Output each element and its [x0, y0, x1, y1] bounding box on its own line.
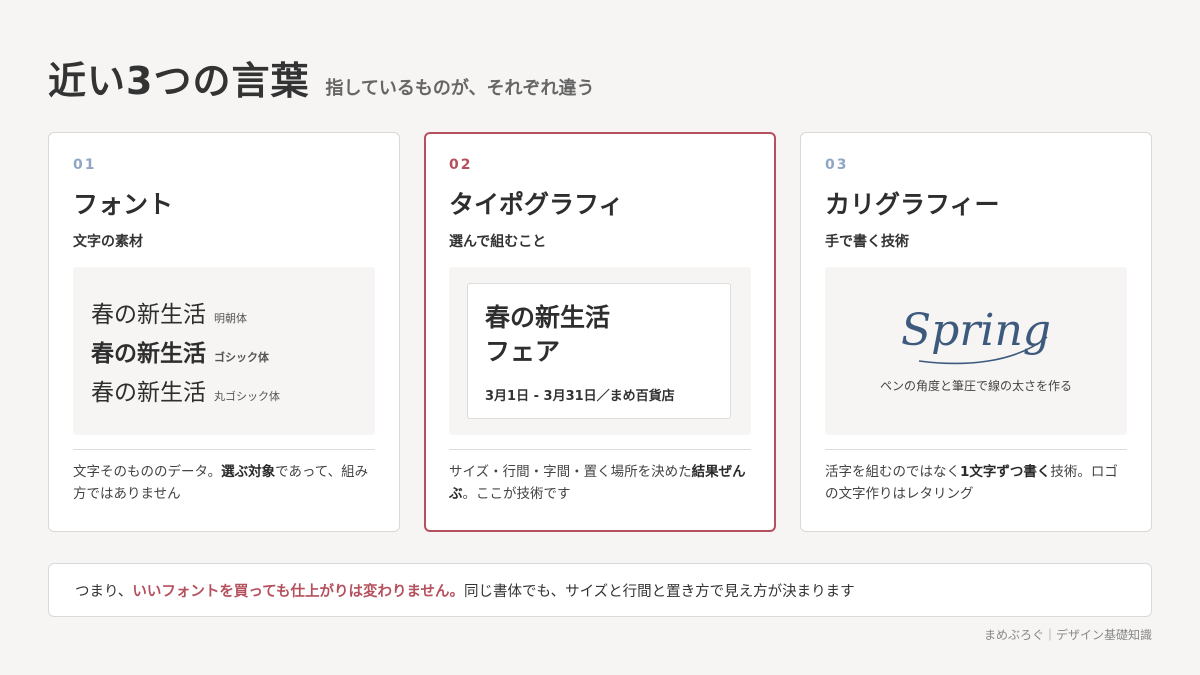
page-header: 近い3つの言葉 指しているものが、それぞれ違う [48, 50, 595, 105]
summary-lead: つまり、 [75, 583, 133, 600]
summary-box: つまり、 いいフォントを買っても仕上がりは変わりません。 同じ書体でも、サイズと行間… [48, 563, 1152, 617]
typeface-label: 丸ゴシック体 [214, 390, 280, 403]
card-grid: 01 フォント 文字の素材 春の新生活 明朝体 春の新生活 ゴシック体 春の新生… [48, 132, 1152, 532]
emphasis: 選ぶ対象 [221, 464, 276, 480]
card-calligraphy: 03 カリグラフィー 手で書く技術 Spring ペンの角度と筆圧で線の太さを作… [800, 132, 1152, 532]
card-subtitle: 手で書く技術 [825, 234, 909, 250]
card-number: 01 [73, 157, 97, 173]
card-title: タイポグラフィ [449, 190, 624, 219]
typeface-label: ゴシック体 [214, 351, 269, 364]
font-sample-gothic: 春の新生活 ゴシック体 [91, 334, 269, 368]
sample-text: 春の新生活 [91, 341, 206, 367]
calligraphy-sample-panel: Spring ペンの角度と筆圧で線の太さを作る [825, 267, 1127, 435]
page-title: 近い3つの言葉 [48, 59, 310, 103]
footer-credit: まめぶろぐ｜デザイン基礎知識 [983, 628, 1152, 642]
card-description: サイズ・行間・字間・置く場所を決めた結果ぜんぶ。ここが技術です [449, 464, 746, 502]
card-subtitle: 文字の素材 [73, 234, 143, 250]
page-subtitle: 指しているものが、それぞれ違う [325, 78, 595, 99]
poster-headline-line2: フェア [485, 337, 561, 366]
sample-poster: 春の新生活 フェア 3月1日 - 3月31日／まめ百貨店 [467, 283, 731, 419]
card-subtitle: 選んで組むこと [449, 234, 547, 250]
poster-headline-line1: 春の新生活 [485, 303, 611, 332]
card-typography: 02 タイポグラフィ 選んで組むこと 春の新生活 フェア 3月1日 - 3月31… [424, 132, 776, 532]
summary-highlight: いいフォントを買っても仕上がりは変わりません。 [132, 583, 465, 600]
card-description: 文字そのもののデータ。選ぶ対象であって、組み方ではありません [73, 464, 369, 502]
card-number: 03 [825, 157, 849, 173]
font-sample-mincho: 春の新生活 明朝体 [91, 295, 247, 329]
calligraphy-sample: Spring [901, 305, 1051, 365]
calligraphy-caption: ペンの角度と筆圧で線の太さを作る [879, 379, 1072, 393]
summary-rest: 同じ書体でも、サイズと行間と置き方で見え方が決まります [464, 583, 855, 600]
divider [825, 449, 1127, 450]
font-sample-panel: 春の新生活 明朝体 春の新生活 ゴシック体 春の新生活 丸ゴシック体 [73, 267, 375, 435]
typography-sample-panel: 春の新生活 フェア 3月1日 - 3月31日／まめ百貨店 [449, 267, 751, 435]
card-font: 01 フォント 文字の素材 春の新生活 明朝体 春の新生活 ゴシック体 春の新生… [48, 132, 400, 532]
typeface-label: 明朝体 [214, 312, 247, 325]
card-title: カリグラフィー [825, 190, 1000, 219]
sample-text: 春の新生活 [91, 302, 206, 328]
font-sample-maru-gothic: 春の新生活 丸ゴシック体 [91, 373, 280, 407]
card-description: 活字を組むのではなく1文字ずつ書く技術。ロゴの文字作りはレタリング [825, 464, 1118, 502]
emphasis: 1文字ずつ書く [960, 464, 1051, 480]
sample-text: 春の新生活 [91, 380, 206, 406]
poster-date: 3月1日 - 3月31日／まめ百貨店 [485, 389, 675, 404]
divider [73, 449, 375, 450]
card-title: フォント [73, 190, 174, 219]
card-number: 02 [449, 157, 473, 173]
divider [449, 449, 751, 450]
